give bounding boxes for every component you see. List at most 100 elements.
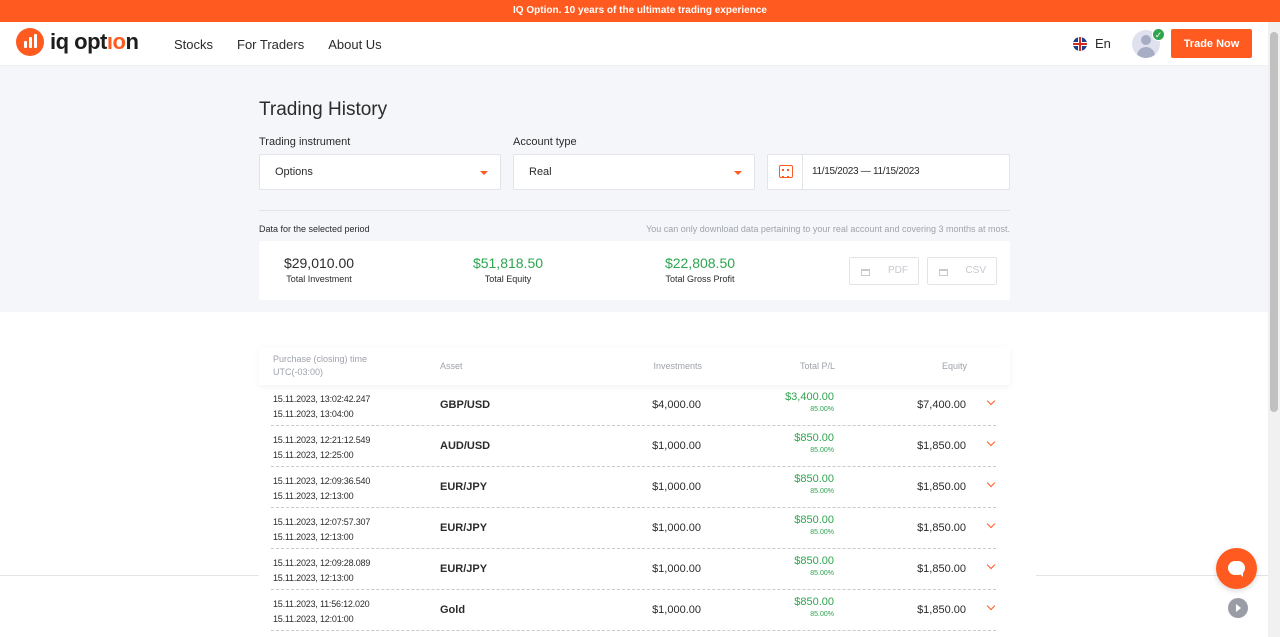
promo-banner[interactable]: IQ Option. 10 years of the ultimate trad… [0, 0, 1280, 22]
chat-button[interactable] [1216, 548, 1257, 589]
close-time: 15.11.2023, 12:13:00 [273, 532, 354, 542]
cell-investment: $1,000.00 [652, 440, 701, 452]
chevron-down-icon[interactable] [986, 519, 996, 529]
pl-percent: 85.00% [810, 570, 834, 577]
chevron-down-icon[interactable] [986, 437, 996, 447]
total-equity: $51,818.50 Total Equity [469, 255, 547, 284]
cell-asset: GBP/USD [440, 399, 491, 411]
scrollbar-thumb[interactable] [1270, 32, 1278, 412]
page-title: Trading History [259, 99, 388, 120]
total-investment-label: Total Investment [286, 274, 352, 284]
th-total-pl[interactable]: Total P/L [800, 360, 835, 373]
pl-value: $850.00 [794, 555, 834, 567]
open-time: 15.11.2023, 12:09:28.089 [273, 558, 371, 568]
period-note: You can only download data pertaining to… [646, 224, 1010, 234]
cell-time: 15.11.2023, 12:09:36.540 15.11.2023, 12:1… [273, 474, 370, 504]
total-equity-label: Total Equity [484, 274, 532, 284]
total-gross-profit-value: $22,808.50 [664, 255, 736, 271]
cell-asset: EUR/JPY [440, 522, 488, 534]
table-row[interactable]: 15.11.2023, 12:07:57.307 15.11.2023, 12:1… [271, 508, 996, 549]
cell-time: 15.11.2023, 12:09:28.089 15.11.2023, 12:1… [273, 556, 370, 586]
nav-item-about-us[interactable]: About Us [328, 37, 381, 52]
cell-time: 15.11.2023, 12:21:12.549 15.11.2023, 12:2… [273, 433, 370, 463]
pl-percent: 85.00% [810, 406, 834, 413]
chevron-down-icon[interactable] [986, 601, 996, 611]
account-type-value: Real [529, 166, 552, 178]
cell-equity: $1,850.00 [917, 563, 966, 575]
pl-percent: 85.00% [810, 611, 834, 618]
th-time[interactable]: Purchase (closing) time UTC(-03:00) [273, 353, 367, 379]
total-gross-profit-label: Total Gross Profit [665, 274, 735, 284]
cell-total-pl: $850.00 85.00% [794, 514, 834, 536]
cell-time: 15.11.2023, 12:07:57.307 15.11.2023, 12:1… [273, 515, 370, 545]
cell-asset: Gold [440, 604, 466, 616]
total-equity-value: $51,818.50 [472, 255, 544, 271]
table-row[interactable]: 15.11.2023, 11:56:12.020 15.11.2023, 12:0… [271, 590, 996, 631]
instrument-value: Options [275, 166, 313, 178]
th-investments[interactable]: Investments [653, 360, 702, 373]
chevron-down-icon[interactable] [986, 560, 996, 570]
cell-equity: $1,850.00 [917, 481, 966, 493]
summary-card: $29,010.00 Total Investment $51,818.50 T… [259, 241, 1010, 300]
section-divider [259, 210, 1010, 211]
caret-down-icon [734, 171, 742, 175]
download-csv-button[interactable]: CSV [927, 257, 997, 285]
pl-value: $850.00 [794, 514, 834, 526]
cell-time: 15.11.2023, 13:02:42.247 15.11.2023, 13:0… [273, 392, 370, 422]
logo[interactable]: iq optıon [16, 28, 139, 56]
th-asset[interactable]: Asset [440, 360, 463, 373]
open-time: 15.11.2023, 12:07:57.307 [273, 517, 371, 527]
nav-item-for-traders[interactable]: For Traders [237, 37, 304, 52]
calendar-button[interactable] [768, 155, 803, 189]
total-gross-profit: $22,808.50 Total Gross Profit [658, 255, 742, 284]
page-scrollbar[interactable] [1268, 22, 1280, 637]
document-icon [939, 269, 948, 276]
open-time: 15.11.2023, 12:21:12.549 [273, 435, 371, 445]
pl-percent: 85.00% [810, 447, 834, 454]
uk-flag-icon [1073, 36, 1087, 51]
cell-investment: $1,000.00 [652, 522, 701, 534]
cell-total-pl: $850.00 85.00% [794, 555, 834, 577]
nav-item-stocks[interactable]: Stocks [174, 37, 213, 52]
cell-equity: $1,850.00 [917, 522, 966, 534]
table-row[interactable]: 15.11.2023, 12:09:28.089 15.11.2023, 12:1… [271, 549, 996, 590]
promo-text: IQ Option. 10 years of the ultimate trad… [513, 5, 767, 16]
date-range-picker[interactable]: 11/15/2023 — 11/15/2023 [767, 154, 1010, 190]
caret-down-icon [480, 171, 488, 175]
date-range-value: 11/15/2023 — 11/15/2023 [812, 166, 920, 177]
language-label: En [1095, 36, 1111, 51]
open-time: 15.11.2023, 11:56:12.020 [273, 599, 370, 609]
cell-equity: $1,850.00 [917, 604, 966, 616]
cell-investment: $1,000.00 [652, 563, 701, 575]
chevron-down-icon[interactable] [986, 396, 996, 406]
verified-check-icon: ✓ [1152, 28, 1165, 41]
document-icon [861, 269, 870, 276]
cell-asset: EUR/JPY [440, 563, 488, 575]
pl-value: $3,400.00 [785, 391, 834, 403]
instrument-select[interactable]: Options [259, 154, 501, 190]
total-investment: $29,010.00 Total Investment [281, 255, 357, 284]
pl-value: $850.00 [794, 432, 834, 444]
close-time: 15.11.2023, 12:13:00 [273, 491, 354, 501]
top-header: iq optıon Stocks For Traders About Us En… [0, 22, 1280, 66]
logo-text: iq optıon [50, 29, 139, 54]
chevron-down-icon[interactable] [986, 478, 996, 488]
language-selector[interactable]: En [1073, 36, 1111, 51]
account-type-select[interactable]: Real [513, 154, 755, 190]
play-icon[interactable] [1228, 598, 1248, 618]
table-row[interactable]: 15.11.2023, 13:02:42.247 15.11.2023, 13:0… [271, 385, 996, 426]
download-pdf-button[interactable]: PDF [849, 257, 919, 285]
cell-time: 15.11.2023, 11:56:12.020 15.11.2023, 12:0… [273, 597, 370, 627]
table-row[interactable]: 15.11.2023, 12:09:36.540 15.11.2023, 12:1… [271, 467, 996, 508]
table-row[interactable]: 15.11.2023, 12:21:12.549 15.11.2023, 12:2… [271, 426, 996, 467]
close-time: 15.11.2023, 12:01:00 [273, 614, 354, 624]
trade-now-button[interactable]: Trade Now [1171, 29, 1252, 58]
cell-investment: $1,000.00 [652, 604, 701, 616]
main-nav: Stocks For Traders About Us [174, 22, 406, 66]
pl-value: $850.00 [794, 596, 834, 608]
footer-divider-left [0, 575, 259, 576]
th-equity[interactable]: Equity [942, 360, 967, 373]
period-label: Data for the selected period [259, 224, 370, 234]
close-time: 15.11.2023, 12:13:00 [273, 573, 354, 583]
cell-total-pl: $3,400.00 85.00% [785, 391, 834, 413]
